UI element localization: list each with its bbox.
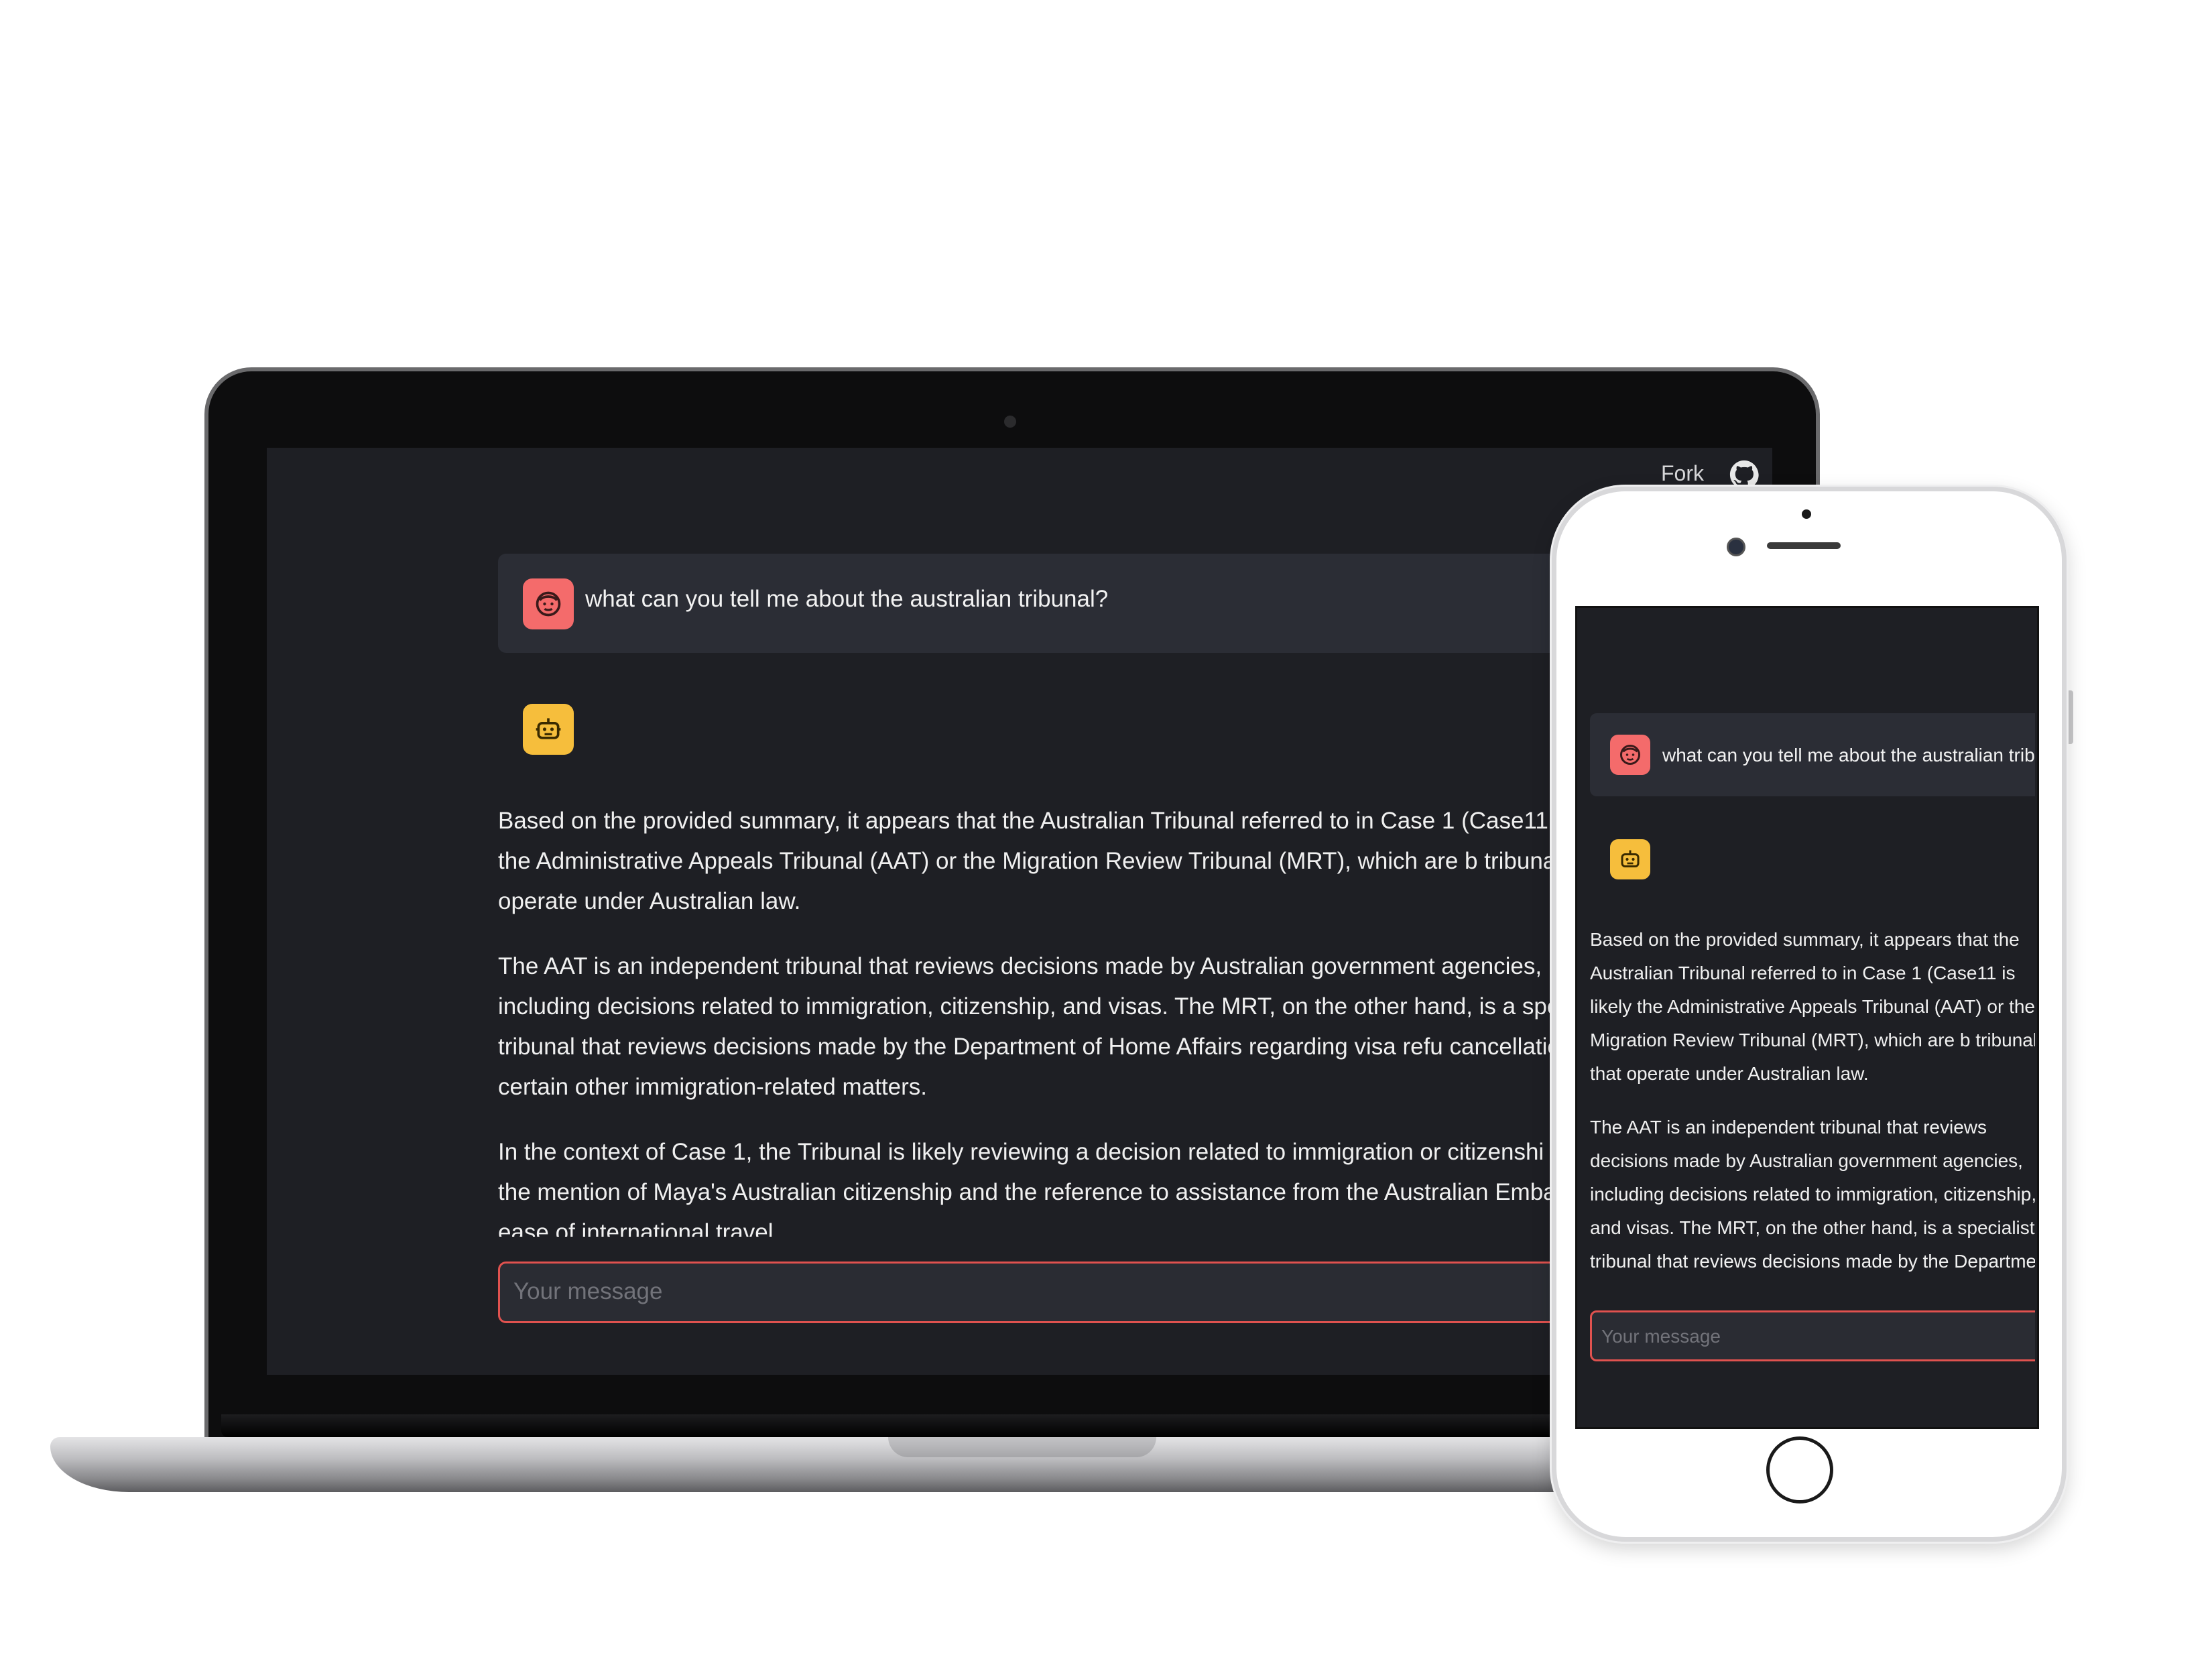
phone-message-input[interactable]: Your message	[1590, 1310, 2035, 1361]
phone-assistant-paragraph: The AAT is an independent tribunal that …	[1590, 1117, 2035, 1285]
phone-assistant-avatar	[1610, 839, 1650, 879]
user-face-icon	[1620, 745, 1640, 765]
phone-assistant-paragraph: Based on the provided summary, it appear…	[1590, 929, 2035, 1084]
phone-user-message-text: what can you tell me about the australia…	[1662, 745, 2035, 765]
phone-user-avatar	[1610, 735, 1650, 775]
robot-icon	[1621, 850, 1640, 867]
phone-message-input-placeholder: Your message	[1601, 1326, 1721, 1347]
phone-assistant-message: Based on the provided summary, it appear…	[1590, 923, 2035, 1285]
phone-power-button	[2067, 690, 2073, 744]
